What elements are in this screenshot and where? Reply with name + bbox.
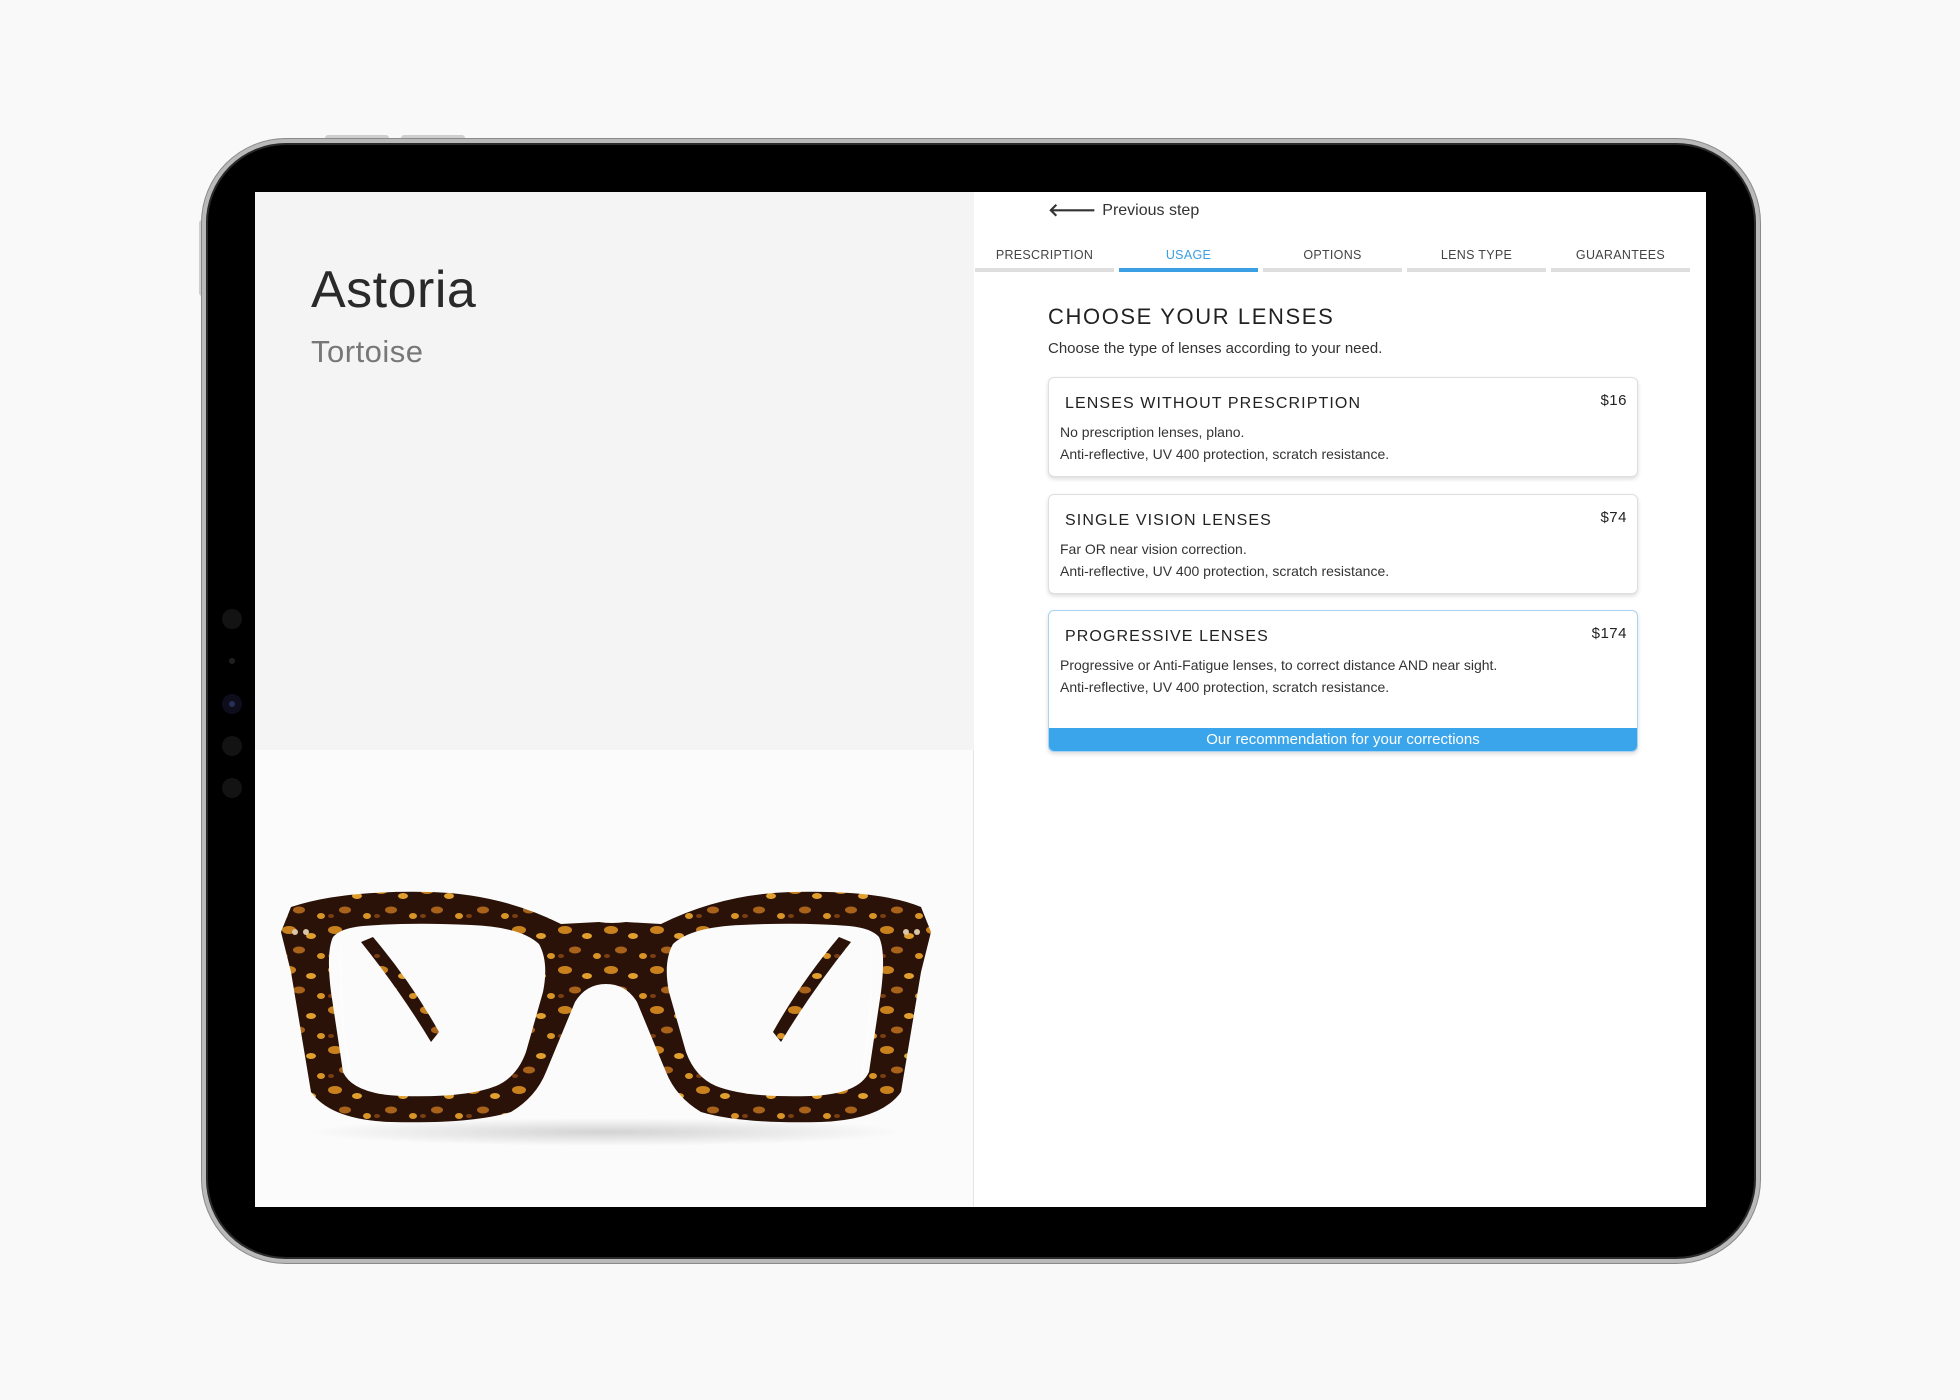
product-color: Tortoise [311, 334, 424, 369]
section-subtitle: Choose the type of lenses according to y… [1048, 340, 1383, 357]
lens-option-line: Anti-reflective, UV 400 protection, scra… [1060, 563, 1390, 579]
lens-option-description: Progressive or Anti-Fatigue lenses, to c… [1060, 654, 1500, 698]
lens-option-line: Far OR near vision correction. [1060, 541, 1247, 557]
previous-step-label: Previous step [1102, 201, 1200, 219]
lens-option-title: SINGLE VISION LENSES [1065, 512, 1272, 529]
sensor-dot [222, 609, 242, 629]
sensor-dot [222, 736, 242, 756]
tab-options[interactable]: OPTIONS [1263, 248, 1402, 272]
eyeglasses-image [281, 882, 931, 1152]
lens-option-line: Anti-reflective, UV 400 protection, scra… [1060, 679, 1390, 695]
eyeglasses-icon [281, 891, 931, 1146]
product-name: Astoria [311, 261, 477, 319]
product-preview-pane: Astoria Tortoise [255, 192, 974, 1207]
tab-lens-type[interactable]: LENS TYPE [1407, 248, 1546, 272]
product-info-panel: Astoria Tortoise [255, 192, 974, 750]
lens-configurator-pane: 🡐 Previous step PRESCRIPTION USAGE OPTIO… [975, 192, 1706, 1207]
lens-option-no-prescription[interactable]: LENSES WITHOUT PRESCRIPTION $16 No presc… [1048, 377, 1638, 477]
tab-prescription[interactable]: PRESCRIPTION [975, 248, 1114, 272]
lens-option-single-vision[interactable]: SINGLE VISION LENSES $74 Far OR near vis… [1048, 494, 1638, 594]
lens-option-description: Far OR near vision correction. Anti-refl… [1060, 538, 1500, 582]
section-title: CHOOSE YOUR LENSES [1048, 304, 1335, 329]
lens-option-line: No prescription lenses, plano. [1060, 424, 1245, 440]
lens-option-line: Anti-reflective, UV 400 protection, scra… [1060, 446, 1390, 462]
tab-guarantees[interactable]: GUARANTEES [1551, 248, 1690, 272]
previous-step-link[interactable]: 🡐 Previous step [1048, 200, 1199, 221]
lens-option-line: Progressive or Anti-Fatigue lenses, to c… [1060, 657, 1498, 673]
lens-option-price: $74 [1600, 509, 1627, 526]
step-tabs: PRESCRIPTION USAGE OPTIONS LENS TYPE GUA… [975, 248, 1690, 272]
lens-option-price: $174 [1591, 625, 1627, 642]
front-camera-icon [222, 694, 242, 714]
lens-option-title: LENSES WITHOUT PRESCRIPTION [1065, 395, 1362, 412]
sensor-dot [229, 658, 235, 664]
recommendation-banner: Our recommendation for your corrections [1049, 728, 1637, 751]
lens-option-progressive[interactable]: PROGRESSIVE LENSES $174 Progressive or A… [1048, 610, 1638, 752]
arrow-left-icon: 🡐 [1048, 200, 1097, 220]
lens-option-description: No prescription lenses, plano. Anti-refl… [1060, 421, 1500, 465]
marketing-stage: Astoria Tortoise 🡐 Previous step PRESCRI… [0, 0, 1960, 1400]
tab-usage[interactable]: USAGE [1119, 248, 1258, 272]
lens-option-price: $16 [1600, 392, 1627, 409]
sensor-dot [222, 778, 242, 798]
lens-option-title: PROGRESSIVE LENSES [1065, 628, 1269, 645]
tablet-screen: Astoria Tortoise 🡐 Previous step PRESCRI… [255, 192, 1706, 1207]
